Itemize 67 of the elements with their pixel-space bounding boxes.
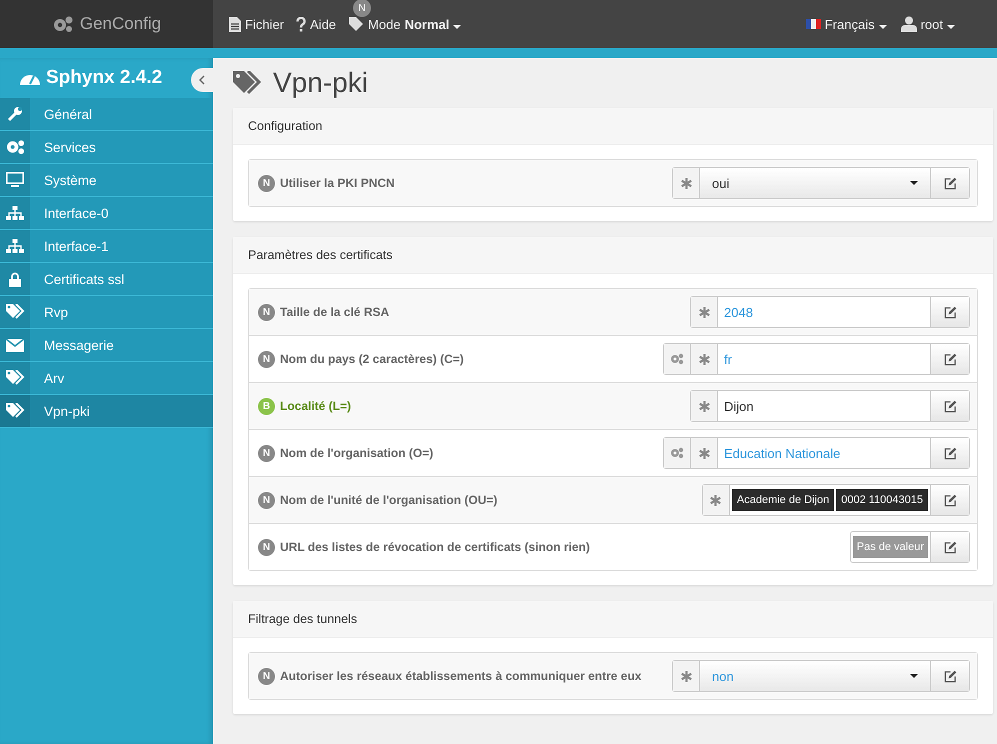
edit-button[interactable] [930,532,969,562]
field-label: Nom du pays (2 caractères) (C=) [280,352,465,366]
menu-item[interactable]: Fichier [229,16,284,32]
language-menu[interactable]: Français [806,16,887,32]
field-label: Localité (L=) [280,399,352,413]
sidebar-item[interactable]: Arv [0,362,213,395]
sidebar-item[interactable]: Système [0,164,213,197]
field-label: Nom de l'unité de l'organisation (OU=) [280,493,498,507]
mode-badge: B [258,398,275,414]
sidebar-item[interactable]: Général [0,98,213,131]
sitemap-icon [6,206,24,220]
wrench-icon [7,106,23,122]
field-label: Utiliser la PKI PNCN [280,176,396,190]
asterisk-icon [710,494,722,506]
flag-icon [806,19,821,29]
mode-badge: N [258,492,275,508]
mode-badge: N [258,538,275,556]
user-menu[interactable]: root [900,16,955,32]
question-icon [296,16,306,32]
mode-badge: N [258,304,275,320]
tags-icon [6,304,24,320]
envelope-icon [6,338,24,352]
collapse-button[interactable] [191,68,213,92]
mode-badge: N [258,350,275,368]
value-tag: Academie de Dijon [732,489,834,511]
tag-icon [348,16,364,32]
gears-icon [52,15,74,33]
tags-icon [6,370,24,386]
mode-badge: N [258,174,275,192]
monitor-icon [6,172,24,188]
user-icon [900,16,917,32]
tags-icon [233,71,263,95]
multi-value-field[interactable]: Academie de Dijon 0002 110043015 [702,484,970,516]
edit-icon [944,540,956,554]
edit-button[interactable] [930,485,969,515]
lock-icon [9,272,21,286]
sidebar-item[interactable]: Vpn-pki [0,395,213,428]
sidebar-item[interactable]: Rvp [0,296,213,329]
mode-badge: N [258,444,275,462]
file-icon [229,16,241,32]
tags-icon [6,403,24,419]
multi-value-field[interactable]: Pas de valeur [850,531,970,563]
sidebar-item[interactable]: Certificats ssl [0,263,213,296]
value-tag: 0002 110043015 [836,489,928,511]
gears-icon [6,139,24,155]
sidebar-title: Sphynx 2.4.2 [46,67,162,89]
field-label: Nom de l'organisation (O=) [280,446,434,460]
section-title: Filtrage des tunnels [248,612,358,626]
field-label: Autoriser les réseaux établissements à communiquer entre eux [280,669,642,683]
sidebar-item[interactable]: Messagerie [0,329,213,362]
app-name: GenConfig [80,14,162,34]
field-label: Taille de la clé RSA [280,305,390,319]
sidebar-item[interactable]: Interface-1 [0,230,213,263]
sitemap-icon [6,239,24,253]
sidebar-item[interactable]: Interface-0 [0,197,213,230]
field-label: URL des listes de révocation de certificats (sinon rien) [280,540,591,554]
edit-icon [944,494,956,506]
mode-badge: N [353,0,372,17]
page-title: Vpn-pki [273,67,368,99]
chevron-left-icon [199,75,205,85]
sidebar-item[interactable]: Services [0,131,213,164]
mode-menu[interactable]: Mode Normal [348,16,462,32]
empty-value-tag: Pas de valeur [852,536,928,558]
mode-badge: N [258,668,275,684]
section-title: Configuration [248,119,322,133]
menu-item[interactable]: Aide [296,16,336,32]
section-title: Paramètres des certificats [248,248,392,262]
